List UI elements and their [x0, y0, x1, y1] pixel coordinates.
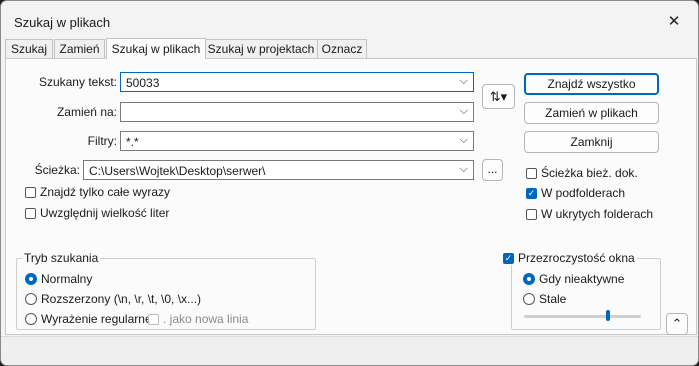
- radio-dot[interactable]: [523, 273, 535, 285]
- whole-words-checkbox[interactable]: Znajdź tylko całe wyrazy: [25, 185, 170, 199]
- mode-normal-radio[interactable]: Normalny: [25, 272, 92, 286]
- dot-newline-label: . jako nowa linia: [163, 312, 249, 326]
- replace-label: Zamień na:: [56, 105, 117, 119]
- radio-dot[interactable]: [25, 293, 37, 305]
- path-label: Ścieżka:: [34, 163, 80, 177]
- transparency-always-label: Stale: [539, 292, 567, 306]
- transparency-inactive-radio[interactable]: Gdy nieaktywne: [523, 272, 624, 286]
- filters-input-value: *.*: [126, 135, 139, 149]
- dot-newline-checkbox[interactable]: . jako nowa linia: [148, 312, 248, 326]
- match-case-checkbox[interactable]: Uwzględnij wielkość liter: [25, 206, 169, 220]
- subfolders-label: W podfolderach: [541, 186, 626, 200]
- checkbox-box[interactable]: [526, 208, 537, 220]
- transparency-checkbox[interactable]: ✓ Przezroczystość okna: [501, 251, 637, 265]
- tab-find-in-files[interactable]: Szukaj w plikach: [106, 38, 206, 59]
- path-input-value: C:\Users\Wojtek\Desktop\serwer\: [89, 164, 266, 178]
- radio-dot[interactable]: [523, 293, 535, 305]
- close-button[interactable]: Zamknij: [524, 131, 659, 153]
- swap-arrows-icon[interactable]: ⇅▾: [482, 84, 515, 109]
- chevron-down-icon[interactable]: ⌵: [460, 75, 468, 88]
- mode-normal-label: Normalny: [41, 272, 93, 286]
- checkbox-box[interactable]: [25, 186, 36, 198]
- radio-dot[interactable]: [25, 273, 37, 285]
- search-mode-title: Tryb szukania: [22, 251, 101, 265]
- transparency-always-radio[interactable]: Stale: [523, 292, 566, 306]
- whole-words-label: Znajdź tylko całe wyrazy: [40, 185, 171, 199]
- mode-extended-label: Rozszerzony (\n, \r, \t, \0, \x...): [41, 292, 202, 306]
- search-label: Szukany tekst:: [38, 75, 117, 89]
- transparency-slider-track[interactable]: [524, 315, 641, 318]
- search-input[interactable]: 50033 ⌵: [120, 72, 474, 92]
- browse-button[interactable]: ...: [482, 159, 503, 181]
- chevron-down-icon[interactable]: ⌵: [460, 105, 468, 118]
- current-dir-checkbox[interactable]: Ścieżka bież. dok.: [526, 166, 638, 180]
- transparency-inactive-label: Gdy nieaktywne: [539, 272, 625, 286]
- tab-mark[interactable]: Oznacz: [317, 39, 367, 58]
- hidden-folders-label: W ukrytych folderach: [541, 207, 654, 221]
- search-input-value: 50033: [126, 76, 160, 90]
- transparency-slider-thumb[interactable]: [606, 310, 610, 321]
- chevron-down-icon[interactable]: ⌵: [460, 134, 468, 147]
- subfolders-checkbox[interactable]: ✓ W podfolderach: [526, 186, 625, 200]
- find-in-files-dialog: Szukaj w plikach ✕ Szukaj Zamień Szukaj …: [0, 0, 699, 366]
- current-dir-label: Ścieżka bież. dok.: [541, 166, 638, 180]
- replace-in-files-button[interactable]: Zamień w plikach: [524, 102, 659, 124]
- filters-input[interactable]: *.* ⌵: [120, 131, 474, 151]
- title-bar: Szukaj w plikach ✕: [1, 1, 698, 39]
- tab-panel: Szukany tekst: Zamień na: Filtry: Ścieżk…: [5, 58, 697, 335]
- close-icon[interactable]: ✕: [657, 7, 691, 35]
- tab-label: Szukaj w projektach: [207, 42, 315, 56]
- path-input[interactable]: C:\Users\Wojtek\Desktop\serwer\ ⌵: [83, 160, 474, 180]
- find-all-button[interactable]: Znajdź wszystko: [524, 73, 659, 95]
- mode-regex-radio[interactable]: Wyrażenie regularne: [25, 312, 152, 326]
- tab-label: Szukaj: [10, 42, 48, 56]
- chevron-up-icon[interactable]: ⌃: [666, 313, 688, 335]
- tab-replace[interactable]: Zamień: [54, 39, 105, 58]
- window-title: Szukaj w plikach: [14, 15, 111, 30]
- radio-dot[interactable]: [25, 313, 37, 325]
- match-case-label: Uwzględnij wielkość liter: [40, 206, 170, 220]
- tab-find[interactable]: Szukaj: [5, 39, 53, 58]
- hidden-folders-checkbox[interactable]: W ukrytych folderach: [526, 207, 653, 221]
- checkbox-box[interactable]: [148, 313, 159, 325]
- checkmark-icon[interactable]: ✓: [526, 187, 537, 199]
- tab-label: Oznacz: [321, 42, 363, 56]
- status-bar: [1, 336, 698, 365]
- checkbox-box[interactable]: [526, 167, 537, 179]
- checkmark-icon[interactable]: ✓: [503, 252, 514, 264]
- mode-extended-radio[interactable]: Rozszerzony (\n, \r, \t, \0, \x...): [25, 292, 201, 306]
- replace-input[interactable]: ⌵: [120, 102, 474, 122]
- tab-label: Szukaj w plikach: [111, 42, 201, 56]
- chevron-down-icon[interactable]: ⌵: [460, 163, 468, 176]
- filters-label: Filtry:: [87, 134, 117, 148]
- transparency-label: Przezroczystość okna: [518, 251, 635, 265]
- checkbox-box[interactable]: [25, 207, 36, 219]
- tab-find-in-projects[interactable]: Szukaj w projektach: [203, 39, 319, 58]
- mode-regex-label: Wyrażenie regularne: [41, 312, 152, 326]
- tab-label: Zamień: [59, 42, 100, 56]
